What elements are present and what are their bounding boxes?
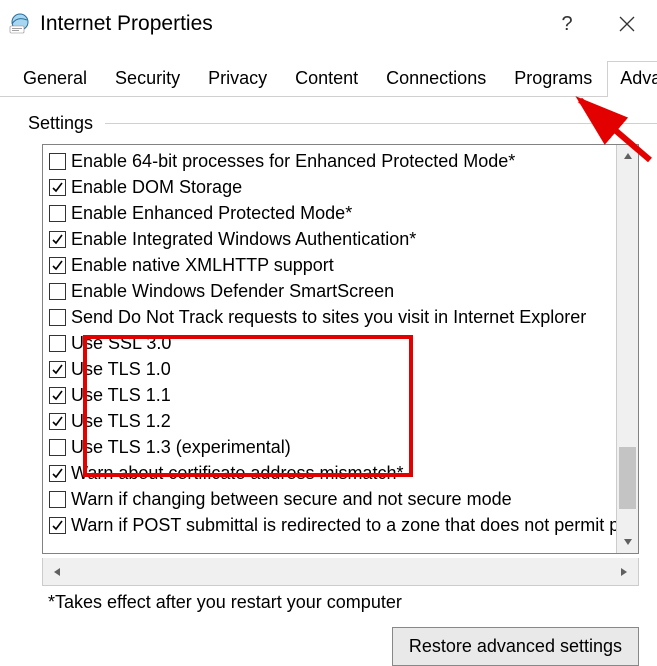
- tab-general[interactable]: General: [10, 61, 100, 97]
- list-item[interactable]: Enable Enhanced Protected Mode*: [49, 200, 616, 226]
- horizontal-scrollbar[interactable]: [42, 558, 639, 586]
- settings-list-box: Enable 64-bit processes for Enhanced Pro…: [42, 144, 639, 554]
- help-button[interactable]: ?: [537, 0, 597, 48]
- scroll-track[interactable]: [617, 167, 638, 531]
- list-item[interactable]: Warn about certificate address mismatch*: [49, 460, 616, 486]
- scroll-thumb[interactable]: [619, 447, 636, 509]
- tab-bar: General Security Privacy Content Connect…: [0, 48, 657, 97]
- list-item[interactable]: Use TLS 1.1: [49, 382, 616, 408]
- tab-connections[interactable]: Connections: [373, 61, 499, 97]
- option-label: Enable native XMLHTTP support: [71, 255, 334, 276]
- checkbox[interactable]: [49, 231, 66, 248]
- list-item[interactable]: Enable 64-bit processes for Enhanced Pro…: [49, 148, 616, 174]
- list-item[interactable]: Send Do Not Track requests to sites you …: [49, 304, 616, 330]
- list-item[interactable]: Warn if POST submittal is redirected to …: [49, 512, 616, 538]
- option-label: Enable DOM Storage: [71, 177, 242, 198]
- list-item[interactable]: Enable DOM Storage: [49, 174, 616, 200]
- checkbox[interactable]: [49, 335, 66, 352]
- vertical-scrollbar[interactable]: [616, 145, 638, 553]
- list-item[interactable]: Use SSL 3.0: [49, 330, 616, 356]
- list-item[interactable]: Use TLS 1.0: [49, 356, 616, 382]
- option-label: Warn if changing between secure and not …: [71, 489, 512, 510]
- option-label: Warn about certificate address mismatch*: [71, 463, 403, 484]
- checkbox[interactable]: [49, 439, 66, 456]
- checkbox[interactable]: [49, 205, 66, 222]
- scroll-up-icon[interactable]: [617, 145, 638, 167]
- checkbox[interactable]: [49, 257, 66, 274]
- divider: [105, 123, 657, 124]
- close-button[interactable]: [597, 0, 657, 48]
- scroll-track[interactable]: [71, 558, 610, 585]
- tab-programs[interactable]: Programs: [501, 61, 605, 97]
- option-label: Use TLS 1.3 (experimental): [71, 437, 291, 458]
- globe-icon: [6, 11, 32, 37]
- list-item[interactable]: Use TLS 1.3 (experimental): [49, 434, 616, 460]
- restore-advanced-button[interactable]: Restore advanced settings: [392, 627, 639, 666]
- option-label: Use SSL 3.0: [71, 333, 171, 354]
- checkbox[interactable]: [49, 179, 66, 196]
- scroll-right-icon[interactable]: [610, 558, 638, 585]
- tab-advanced[interactable]: Advanced: [607, 61, 657, 97]
- settings-list[interactable]: Enable 64-bit processes for Enhanced Pro…: [43, 145, 616, 553]
- list-item[interactable]: Warn if changing between secure and not …: [49, 486, 616, 512]
- tab-security[interactable]: Security: [102, 61, 193, 97]
- checkbox[interactable]: [49, 413, 66, 430]
- restart-note: *Takes effect after you restart your com…: [48, 592, 657, 613]
- window-title: Internet Properties: [40, 12, 213, 36]
- settings-section-header: Settings: [28, 113, 657, 134]
- option-label: Send Do Not Track requests to sites you …: [71, 307, 586, 328]
- tab-content[interactable]: Content: [282, 61, 371, 97]
- checkbox[interactable]: [49, 283, 66, 300]
- scroll-left-icon[interactable]: [43, 558, 71, 585]
- option-label: Use TLS 1.1: [71, 385, 171, 406]
- option-label: Enable 64-bit processes for Enhanced Pro…: [71, 151, 515, 172]
- scroll-down-icon[interactable]: [617, 531, 638, 553]
- option-label: Warn if POST submittal is redirected to …: [71, 515, 616, 536]
- list-item[interactable]: Use TLS 1.2: [49, 408, 616, 434]
- option-label: Enable Windows Defender SmartScreen: [71, 281, 394, 302]
- checkbox[interactable]: [49, 491, 66, 508]
- option-label: Enable Integrated Windows Authentication…: [71, 229, 416, 250]
- option-label: Enable Enhanced Protected Mode*: [71, 203, 352, 224]
- titlebar: Internet Properties ?: [0, 0, 657, 48]
- checkbox[interactable]: [49, 361, 66, 378]
- settings-label: Settings: [28, 113, 93, 134]
- checkbox[interactable]: [49, 387, 66, 404]
- option-label: Use TLS 1.0: [71, 359, 171, 380]
- checkbox[interactable]: [49, 309, 66, 326]
- checkbox[interactable]: [49, 153, 66, 170]
- list-item[interactable]: Enable Windows Defender SmartScreen: [49, 278, 616, 304]
- checkbox[interactable]: [49, 517, 66, 534]
- checkbox[interactable]: [49, 465, 66, 482]
- list-item[interactable]: Enable Integrated Windows Authentication…: [49, 226, 616, 252]
- option-label: Use TLS 1.2: [71, 411, 171, 432]
- tab-privacy[interactable]: Privacy: [195, 61, 280, 97]
- list-item[interactable]: Enable native XMLHTTP support: [49, 252, 616, 278]
